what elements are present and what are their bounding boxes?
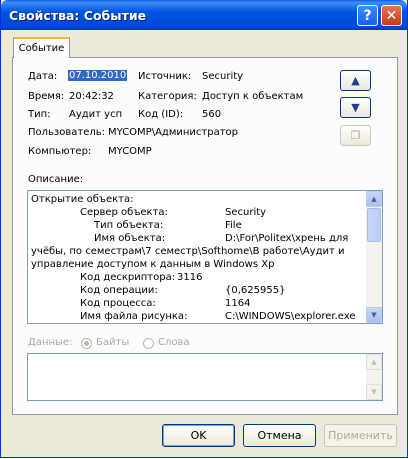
description-line: 1164	[225, 298, 251, 309]
data-scrollbar[interactable]: ▲ ▼	[366, 354, 382, 400]
description-line: Тип объекта:	[94, 220, 164, 231]
description-scrollbar[interactable]: ▲ ▼	[366, 191, 382, 323]
chevron-up-icon: ▲	[371, 195, 377, 203]
ok-button[interactable]: OK	[162, 424, 235, 447]
window-title: Свойства: Событие	[9, 8, 147, 23]
next-event-button[interactable]: ▼	[340, 97, 371, 118]
properties-window: Свойства: Событие ? ✕ Событие Дата: 07.1…	[0, 0, 408, 458]
scroll-up-button[interactable]: ▲	[366, 191, 382, 207]
chevron-up-icon: ▲	[371, 358, 377, 366]
description-line: Код операции:	[80, 285, 158, 296]
title-bar[interactable]: Свойства: Событие ? ✕	[1, 0, 407, 30]
time-label: Время:	[28, 91, 65, 102]
description-line: Имя объекта:	[94, 233, 166, 244]
description-line: управление доступом к данным в Windows X…	[31, 259, 275, 270]
chevron-down-icon: ▼	[371, 311, 377, 319]
description-line: D:\For\Politex\хрень для	[225, 233, 349, 244]
description-label: Описание:	[28, 174, 84, 185]
description-line: Security	[225, 207, 267, 218]
description-textbox[interactable]: Открытие объекта: Сервер объекта: Securi…	[27, 190, 383, 324]
previous-event-button[interactable]: ▲	[340, 70, 371, 91]
category-value: Доступ к объектам	[202, 91, 304, 102]
user-value: MYCOMP\Администратор	[108, 127, 238, 138]
help-button[interactable]: ?	[357, 5, 378, 26]
description-line: File	[225, 220, 242, 231]
type-value: Аудит усп	[69, 109, 123, 120]
description-line: учёбы, по семестрам\7 семестр\Softhome\В…	[31, 246, 345, 257]
copy-button[interactable]: ❐	[340, 125, 371, 146]
event-id-value: 560	[202, 109, 222, 120]
tab-event[interactable]: Событие	[13, 37, 70, 58]
description-line: Код дескриптора:	[80, 272, 176, 283]
data-scroll-up-button[interactable]: ▲	[366, 354, 382, 370]
category-label: Категория:	[138, 91, 197, 102]
words-radio[interactable]	[143, 338, 154, 349]
cancel-button[interactable]: Отмена	[243, 424, 316, 447]
data-label: Данные:	[28, 337, 73, 348]
description-line: Код процесса:	[80, 298, 156, 309]
chevron-down-icon: ▼	[371, 388, 377, 396]
description-line: 3116	[177, 272, 203, 283]
scroll-down-button[interactable]: ▼	[366, 307, 382, 323]
arrow-down-icon: ▼	[351, 101, 360, 114]
date-label: Дата:	[28, 71, 58, 82]
arrow-up-icon: ▲	[351, 74, 360, 87]
source-label: Источник:	[138, 71, 192, 82]
computer-label: Компьютер:	[28, 146, 92, 157]
computer-value: MYCOMP	[108, 146, 152, 157]
close-button[interactable]: ✕	[381, 5, 402, 26]
copy-icon: ❐	[350, 129, 361, 142]
bytes-radio-label: Байты	[96, 337, 130, 348]
user-label: Пользователь:	[28, 127, 106, 138]
description-line: Имя файла рисунка:	[80, 311, 188, 322]
data-textbox[interactable]: ▲ ▼	[27, 353, 383, 401]
description-line: Сервер объекта:	[80, 207, 168, 218]
scroll-thumb[interactable]	[367, 208, 381, 242]
bytes-radio[interactable]	[81, 338, 92, 349]
event-id-label: Код (ID):	[138, 109, 184, 120]
description-line: {0,625955}	[225, 285, 286, 296]
apply-button[interactable]: Применить	[324, 424, 397, 447]
description-line: C:\WINDOWS\explorer.exe	[225, 311, 356, 322]
data-scroll-down-button[interactable]: ▼	[366, 384, 382, 400]
source-value: Security	[202, 71, 244, 82]
words-radio-label: Слова	[158, 337, 190, 348]
date-value[interactable]: 07.10.2010	[68, 70, 128, 81]
time-value: 20:42:32	[69, 91, 114, 102]
description-line: Открытие объекта:	[31, 194, 134, 205]
type-label: Тип:	[28, 109, 51, 120]
